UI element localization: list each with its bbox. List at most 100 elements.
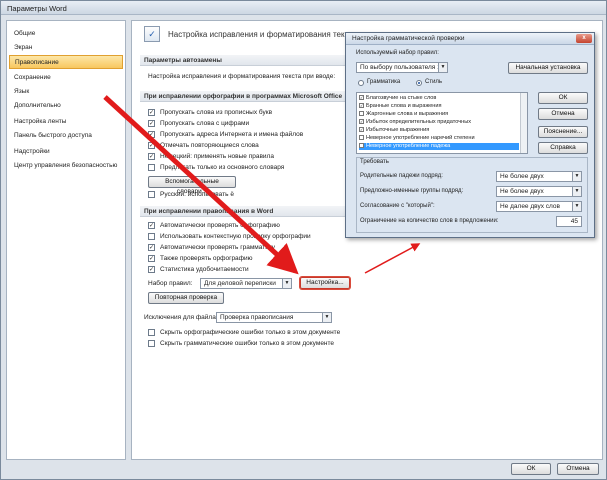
label-hide-spelling: Скрыть орфографические ошибки только в э…: [160, 329, 341, 336]
ruleset-value: Для деловой переписки: [204, 280, 276, 287]
checkbox-ignore-internet[interactable]: ✓: [148, 131, 155, 138]
label-german-rules: Немецкий: применять новые правила: [160, 153, 274, 160]
label-main-dictionary: Предлагать только из основного словаря: [160, 164, 285, 171]
checkbox-hide-spelling[interactable]: [148, 329, 155, 336]
label-check-grammar: Автоматически проверять грамматику: [160, 244, 276, 251]
field-label-prepositional: Предложно-именные группы подряд:: [360, 188, 464, 194]
label-check-spelling: Автоматически проверять орфографию: [160, 222, 280, 229]
ruleset-select[interactable]: Для деловой переписки ▼: [200, 278, 292, 289]
cancel-button[interactable]: Отмена: [557, 463, 599, 475]
kotoryi-select[interactable]: Не далее двух слов ▼: [496, 201, 582, 212]
list-item[interactable]: ✓ Избыточные выражения: [359, 127, 519, 134]
recheck-button[interactable]: Повторная проверка: [148, 292, 224, 304]
radio-grammar[interactable]: [358, 80, 364, 86]
window-titlebar[interactable]: Параметры Word: [1, 1, 606, 15]
checkbox-main-dictionary[interactable]: [148, 164, 155, 171]
label-ignore-numbers: Пропускать слова с цифрами: [160, 120, 250, 127]
chevron-down-icon: ▼: [282, 279, 291, 288]
custom-dictionaries-button[interactable]: Вспомогательные словари...: [148, 176, 236, 195]
checkbox-readability[interactable]: ✓: [148, 266, 155, 273]
sidebar-item-display[interactable]: Экран: [9, 41, 123, 55]
exceptions-file-value: Проверка правописания: [220, 314, 294, 321]
dialog-ok-button[interactable]: ОК: [538, 92, 588, 104]
abc-check-icon: ✓: [144, 26, 160, 42]
checkbox-ignore-uppercase[interactable]: ✓: [148, 109, 155, 116]
checkbox-ignore-numbers[interactable]: ✓: [148, 120, 155, 127]
prepositional-select[interactable]: Не более двух ▼: [496, 186, 582, 197]
close-icon[interactable]: x: [576, 34, 592, 43]
chevron-down-icon: ▼: [572, 172, 581, 181]
dialog-ruleset-label: Используемый набор правил:: [356, 50, 439, 56]
checkbox-russian-yo[interactable]: [148, 191, 155, 198]
checkbox-check-spelling[interactable]: ✓: [148, 222, 155, 229]
radio-style[interactable]: [416, 80, 422, 86]
autocorrect-text: Настройка исправления и форматирования т…: [148, 73, 336, 80]
sidebar-item-addins[interactable]: Надстройки: [9, 145, 123, 159]
help-button[interactable]: Справка: [538, 142, 588, 154]
field-label-genitive: Родительные падежи подряд:: [360, 173, 443, 179]
list-scrollbar[interactable]: [520, 93, 527, 153]
chevron-down-icon: ▼: [322, 313, 331, 322]
sidebar-item-save[interactable]: Сохранение: [9, 71, 123, 85]
dialog-titlebar[interactable]: Настройка грамматической проверки x: [346, 33, 594, 45]
label-contextual: Использовать контекстную проверку орфогр…: [160, 233, 311, 240]
sidebar-item-customize-ribbon[interactable]: Настройка ленты: [9, 115, 123, 129]
sidebar-item-general[interactable]: Общие: [9, 27, 123, 41]
label-ignore-internet: Пропускать адреса Интернета и имена файл…: [160, 131, 304, 138]
dialog-cancel-button[interactable]: Отмена: [538, 108, 588, 120]
dialog-ruleset-select[interactable]: По выбору пользователя 1 ▼: [356, 62, 448, 73]
style-rules-list[interactable]: ✓ Благозвучие на стыке слов ✓ Бранные слов…: [356, 92, 528, 154]
exceptions-file-select[interactable]: Проверка правописания ▼: [216, 312, 332, 323]
prepositional-value: Не более двух: [500, 188, 544, 195]
explain-button[interactable]: Пояснение...: [538, 126, 588, 138]
checkbox-hide-grammar[interactable]: [148, 340, 155, 347]
dialog-title: Настройка грамматической проверки: [352, 35, 465, 42]
list-item[interactable]: ✓ Бранные слова и выражения: [359, 103, 519, 110]
sidebar-item-advanced[interactable]: Дополнительно: [9, 99, 123, 113]
sidebar-item-quick-access[interactable]: Панель быстрого доступа: [9, 129, 123, 143]
field-label-kotoryi: Согласование с "который":: [360, 203, 435, 209]
label-flag-repeated: Отмечать повторяющиеся слова: [160, 142, 259, 149]
grammar-settings-button[interactable]: Настройка...: [300, 277, 350, 289]
list-item[interactable]: Неверное употребление наречий степени: [359, 135, 519, 142]
limit-value: 45: [570, 218, 578, 225]
checkbox-check-grammar[interactable]: ✓: [148, 244, 155, 251]
window-title: Параметры Word: [7, 4, 67, 13]
requirements-label: Требовать: [360, 159, 389, 165]
list-item[interactable]: Жаргонные слова и выражения: [359, 111, 519, 118]
sidebar-item-language[interactable]: Язык: [9, 85, 123, 99]
sidebar-item-proofing[interactable]: Правописание: [9, 55, 123, 69]
checkbox-flag-repeated[interactable]: ✓: [148, 142, 155, 149]
page-title: Настройка исправления и форматирования т…: [168, 30, 359, 39]
radio-grammar-label: Грамматика: [367, 79, 401, 85]
label-readability: Статистика удобочитаемости: [160, 266, 249, 273]
list-item-selected[interactable]: Неверное употребление падежа: [359, 143, 519, 150]
sidebar: Общие Экран Правописание Сохранение Язык…: [6, 20, 126, 460]
chevron-down-icon: ▼: [572, 202, 581, 211]
label-russian-yo: Русский: использовать ё: [160, 191, 234, 198]
checkbox-german-rules[interactable]: ✓: [148, 153, 155, 160]
checkbox-contextual[interactable]: [148, 233, 155, 240]
label-ignore-uppercase: Пропускать слова из прописных букв: [160, 109, 273, 116]
reset-button[interactable]: Начальная установка: [508, 62, 588, 74]
label-hide-grammar: Скрыть грамматические ошибки только в эт…: [160, 340, 335, 347]
kotoryi-value: Не далее двух слов: [500, 203, 560, 210]
checkbox-also-spelling[interactable]: ✓: [148, 255, 155, 262]
chevron-down-icon: ▼: [572, 187, 581, 196]
label-also-spelling: Также проверять орфографию: [160, 255, 253, 262]
dialog-ruleset-value: По выбору пользователя 1: [360, 64, 441, 71]
grammar-settings-dialog: Настройка грамматической проверки x Испо…: [345, 32, 595, 238]
genitive-value: Не более двух: [500, 173, 544, 180]
genitive-select[interactable]: Не более двух ▼: [496, 171, 582, 182]
limit-input[interactable]: 45: [556, 216, 582, 227]
exceptions-label: Исключения для файла:: [144, 314, 218, 321]
ruleset-label: Набор правил:: [148, 280, 193, 287]
sidebar-item-trust-center[interactable]: Центр управления безопасностью: [9, 159, 123, 173]
limit-label: Ограничение на количество слов в предлож…: [360, 218, 499, 224]
ok-button[interactable]: ОК: [511, 463, 551, 475]
list-item[interactable]: ✓ Благозвучие на стыке слов: [359, 95, 519, 102]
radio-style-label: Стиль: [425, 79, 443, 85]
chevron-down-icon: ▼: [438, 63, 447, 72]
list-item[interactable]: ✓ Избыток определительных придаточных: [359, 119, 519, 126]
word-options-window: Параметры Word Общие Экран Правописание …: [0, 0, 607, 480]
